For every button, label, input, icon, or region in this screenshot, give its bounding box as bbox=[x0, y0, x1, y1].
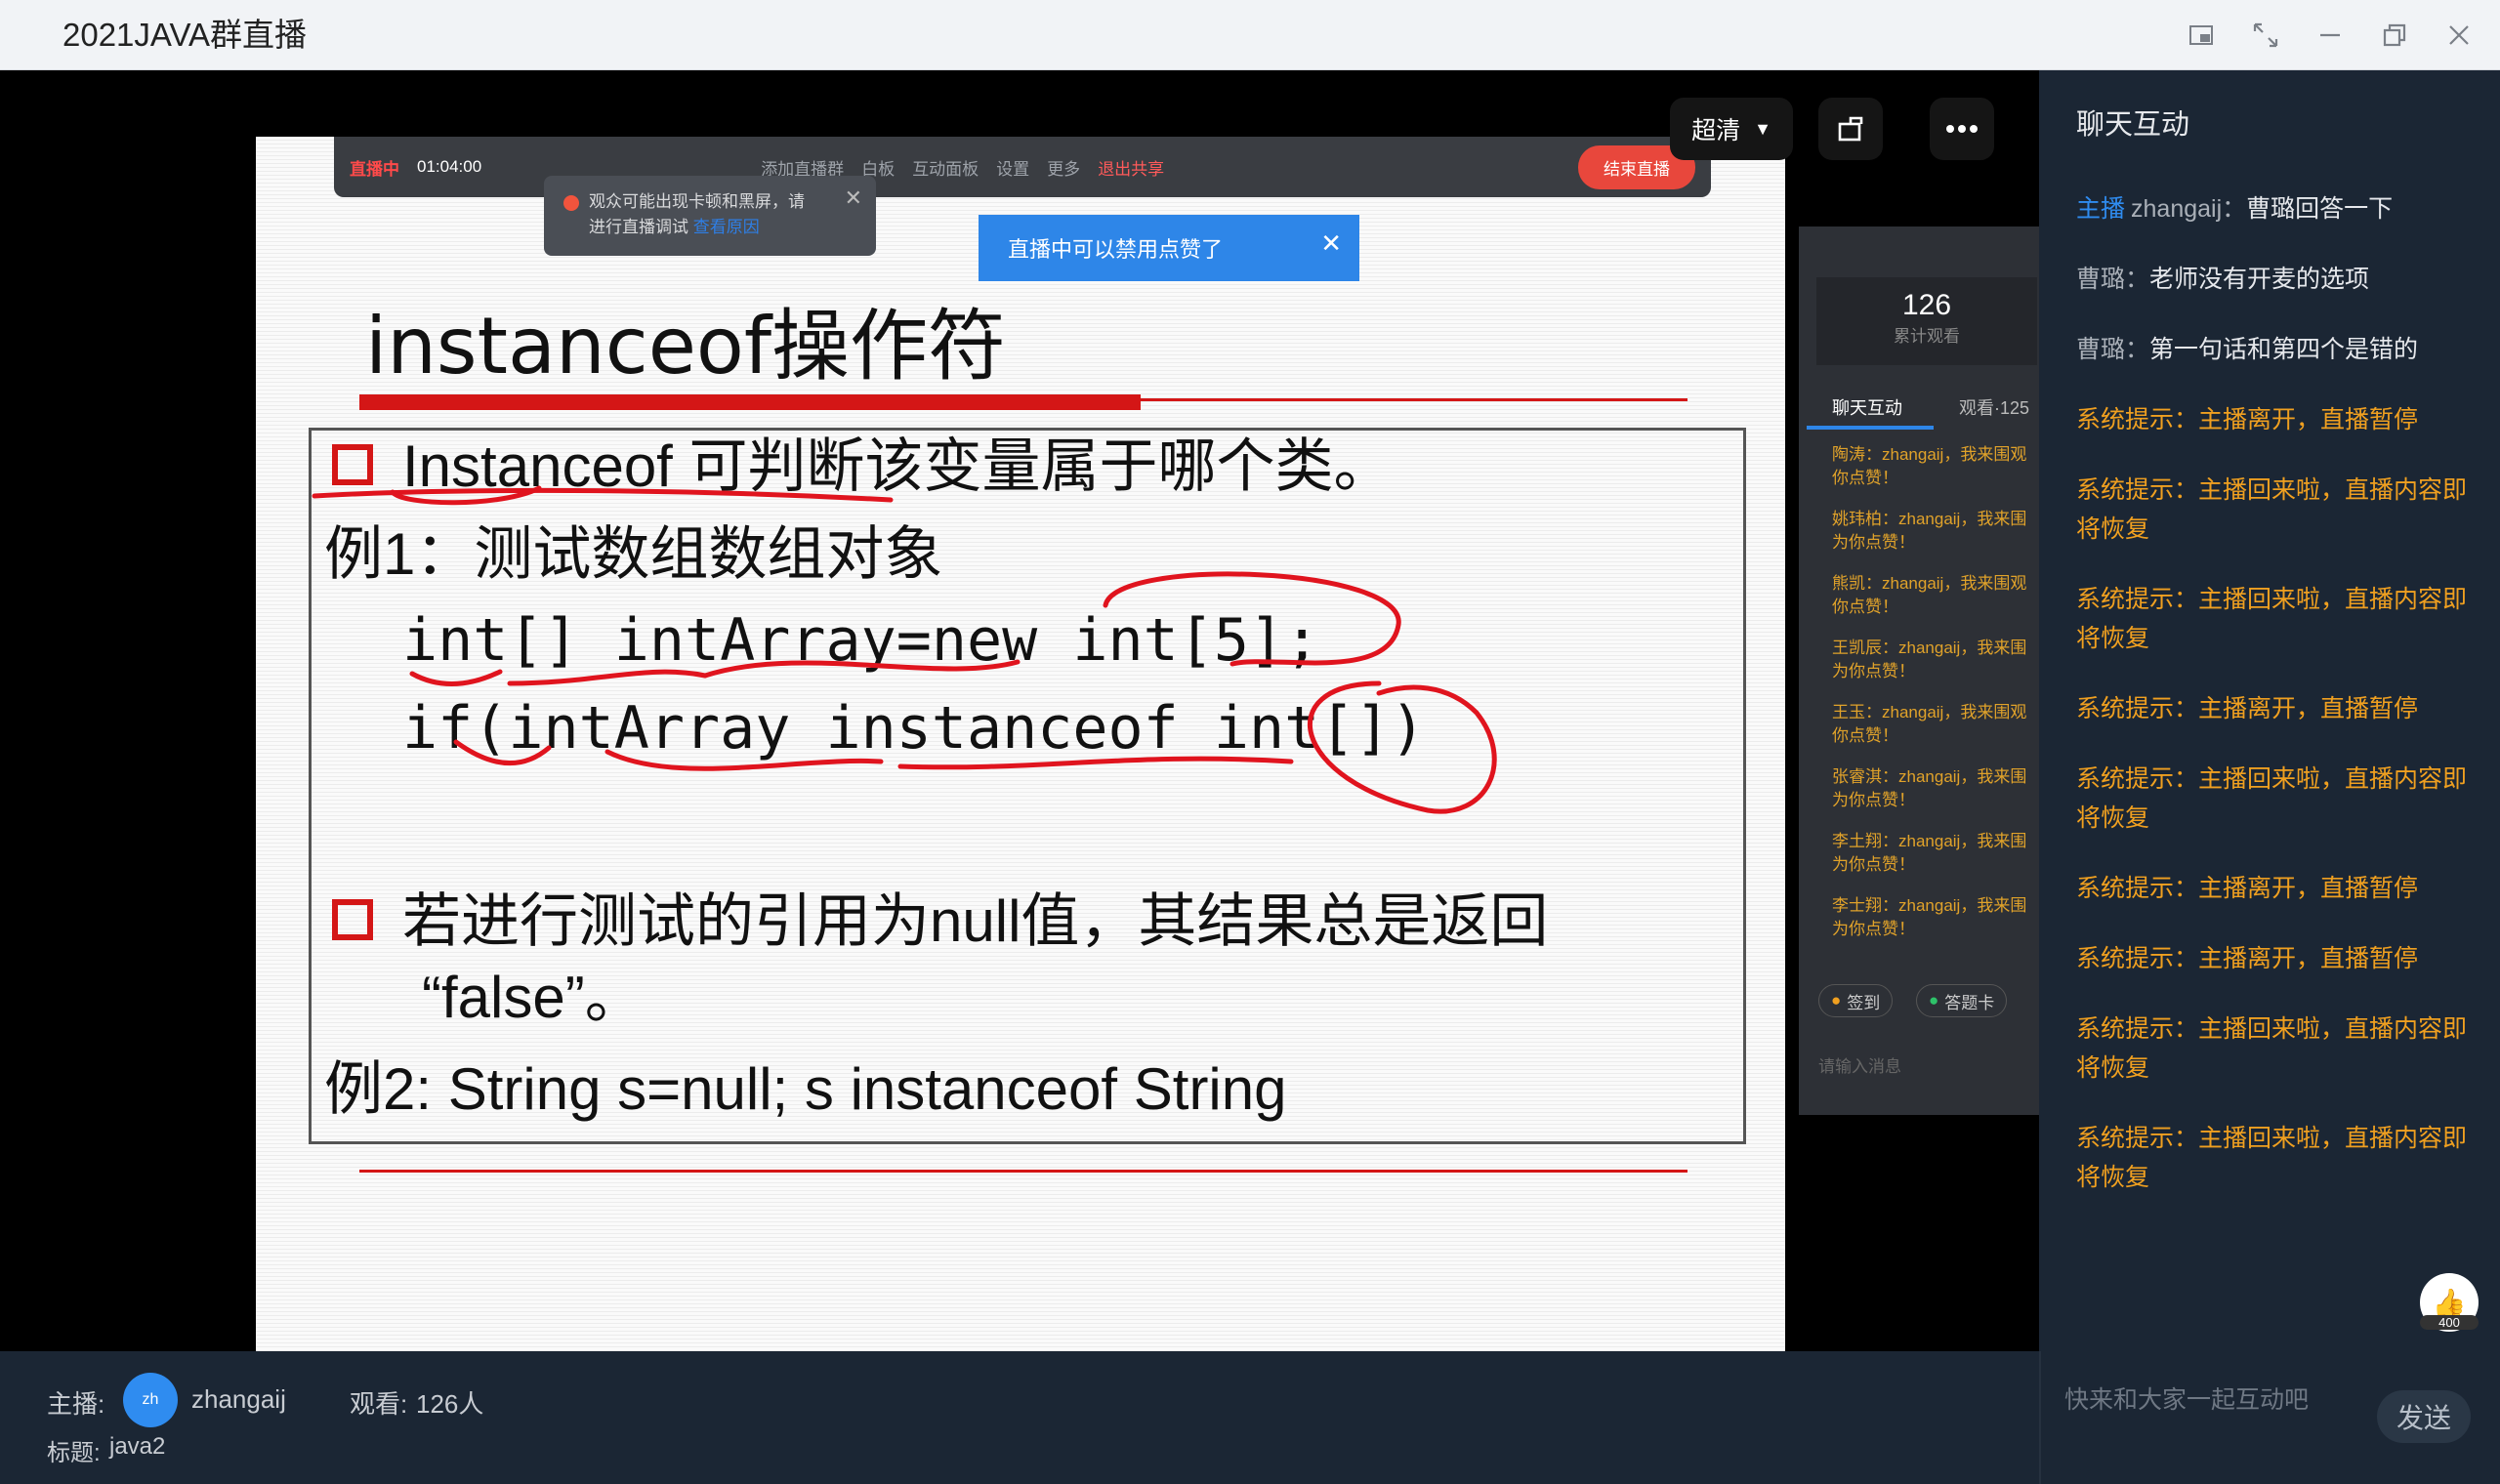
viewer-stat: 126 累计观看 bbox=[1816, 277, 2037, 365]
mini-input-placeholder: 请输入消息 bbox=[1818, 1057, 1901, 1076]
system-message: 系统提示：主播离开，直播暂停 bbox=[2076, 945, 2419, 972]
thumbs-up-icon: 👍 bbox=[2432, 1287, 2467, 1318]
pen-stroke bbox=[897, 756, 1294, 770]
chat-text: 老师没有开麦的选项 bbox=[2149, 266, 2370, 293]
chat-username: zhangaij： bbox=[2131, 195, 2247, 223]
avatar: zh bbox=[123, 1373, 178, 1427]
chat-message: 曹璐：老师没有开麦的选项 bbox=[2076, 260, 2486, 299]
pen-stroke bbox=[604, 749, 884, 771]
viewers-value: 126人 bbox=[416, 1389, 484, 1419]
title-value: java2 bbox=[109, 1433, 166, 1460]
video-player[interactable]: 直播中 01:04:00 添加直播群 白板 互动面板 设置 更多 退出共享 结束… bbox=[0, 70, 2039, 1351]
mini-message: 陶涛：zhangaij，我来围观 你点赞！ bbox=[1832, 445, 2027, 487]
shared-screen: 直播中 01:04:00 添加直播群 白板 互动面板 设置 更多 退出共享 结束… bbox=[256, 137, 1785, 1351]
pen-stroke bbox=[702, 659, 1021, 679]
chat-text: 第一句话和第四个是错的 bbox=[2149, 336, 2419, 363]
viewers-label: 观看: bbox=[350, 1389, 408, 1419]
pen-stroke bbox=[1307, 680, 1497, 814]
mini-message: 李土翔：zhangaij，我来围 为你点赞！ bbox=[1832, 832, 2027, 874]
pen-stroke bbox=[1103, 571, 1401, 667]
checkin-icon: ● bbox=[1831, 991, 1842, 1010]
title-bar: 2021JAVA群直播 bbox=[0, 0, 2500, 70]
viewer-count: 126 bbox=[1901, 289, 1952, 321]
chevron-down-icon: ▼ bbox=[1754, 118, 1771, 139]
title-label: 标题: bbox=[47, 1440, 101, 1466]
answer-card-icon: ● bbox=[1929, 991, 1939, 1010]
answer-card-button: ● 答题卡 bbox=[1916, 984, 2008, 1017]
system-message: 系统提示：主播离开，直播暂停 bbox=[2076, 875, 2419, 902]
system-message: 系统提示：主播回来啦，直播内容即将恢复 bbox=[2076, 1125, 2468, 1191]
picture-in-picture-icon[interactable] bbox=[2178, 14, 2225, 57]
rotate-button[interactable] bbox=[1818, 98, 1883, 160]
host-label: 主播: bbox=[47, 1389, 105, 1419]
chat-title: 聊天互动 bbox=[2076, 109, 2190, 141]
viewer-count-label: 累计观看 bbox=[1894, 327, 1960, 346]
chat-username: 曹璐： bbox=[2076, 336, 2150, 363]
system-message: 系统提示：主播回来啦，直播内容即将恢复 bbox=[2076, 476, 2468, 543]
close-icon[interactable] bbox=[2436, 14, 2482, 57]
quality-label: 超清 bbox=[1691, 117, 1741, 144]
mini-message: 王玉：zhangaij，我来围观 你点赞！ bbox=[1832, 703, 2027, 745]
mini-message: 熊凯：zhangaij，我来围观 你点赞！ bbox=[1832, 574, 2027, 616]
like-count: 400 bbox=[2420, 1315, 2479, 1330]
mini-message: 张睿淇：zhangaij，我来围 为你点赞！ bbox=[1832, 767, 2027, 809]
chat-input-area: 发送 bbox=[2039, 1351, 2500, 1484]
mini-message: 李士翔：zhangaij，我来围 为你点赞！ bbox=[1832, 896, 2027, 938]
checkin-button: ● 签到 bbox=[1818, 984, 1894, 1017]
host-tag: 主播 bbox=[2076, 195, 2126, 223]
chat-username: 曹璐： bbox=[2076, 266, 2150, 293]
host-name: zhangaij bbox=[191, 1384, 286, 1414]
system-message: 系统提示：主播回来啦，直播内容即将恢复 bbox=[2076, 586, 2468, 652]
tab-viewers: 观看·125 bbox=[1959, 398, 2030, 418]
system-message: 系统提示：主播离开，直播暂停 bbox=[2076, 406, 2419, 433]
system-message: 系统提示：主播回来啦，直播内容即将恢复 bbox=[2076, 765, 2468, 832]
chat-text: 曹璐回答一下 bbox=[2246, 195, 2394, 223]
tab-underline bbox=[1807, 426, 1934, 430]
quality-selector[interactable]: 超清 ▼ bbox=[1670, 98, 1793, 160]
chat-message: 曹璐：第一句话和第四个是错的 bbox=[2076, 330, 2486, 369]
restore-icon[interactable] bbox=[2371, 14, 2418, 57]
pen-stroke bbox=[453, 739, 552, 766]
presenter-chat-panel: 126 累计观看 聊天互动 观看·125 陶涛：zhangaij，我来围观 你点赞… bbox=[1799, 227, 2039, 1115]
mini-tabs: 聊天互动 观看·125 bbox=[1803, 383, 2039, 430]
fullscreen-icon[interactable] bbox=[2242, 14, 2289, 57]
chat-panel: 聊天互动 主播 zhangaij：曹璐回答一下 曹璐：老师没有开麦的选项 曹璐：第… bbox=[2039, 70, 2500, 1351]
mini-message: 姚玮柏：zhangaij，我来围 为你点赞！ bbox=[1832, 510, 2027, 552]
chat-message: 主播 zhangaij：曹璐回答一下 bbox=[2076, 189, 2486, 228]
rotate-icon bbox=[1838, 116, 1863, 142]
like-button[interactable]: 👍 400 bbox=[2420, 1273, 2479, 1332]
more-icon bbox=[1946, 125, 1978, 133]
more-button[interactable] bbox=[1930, 98, 1994, 160]
pen-stroke bbox=[507, 669, 708, 686]
info-bar: 主播: zh zhangaij 观看: 126人 标题: java2 bbox=[0, 1351, 2039, 1484]
send-button[interactable]: 发送 bbox=[2377, 1390, 2471, 1443]
pen-annotation bbox=[312, 485, 1497, 814]
chat-input[interactable] bbox=[2064, 1371, 2377, 1429]
tab-chat: 聊天互动 bbox=[1832, 398, 1902, 418]
window-title: 2021JAVA群直播 bbox=[62, 17, 308, 53]
system-message: 系统提示：主播离开，直播暂停 bbox=[2076, 695, 2419, 722]
pen-stroke bbox=[409, 669, 503, 686]
mini-message: 王凯辰：zhangaij，我来围 为你点赞！ bbox=[1832, 639, 2027, 680]
system-message: 系统提示：主播回来啦，直播内容即将恢复 bbox=[2076, 1015, 2468, 1082]
minimize-icon[interactable] bbox=[2307, 14, 2354, 57]
